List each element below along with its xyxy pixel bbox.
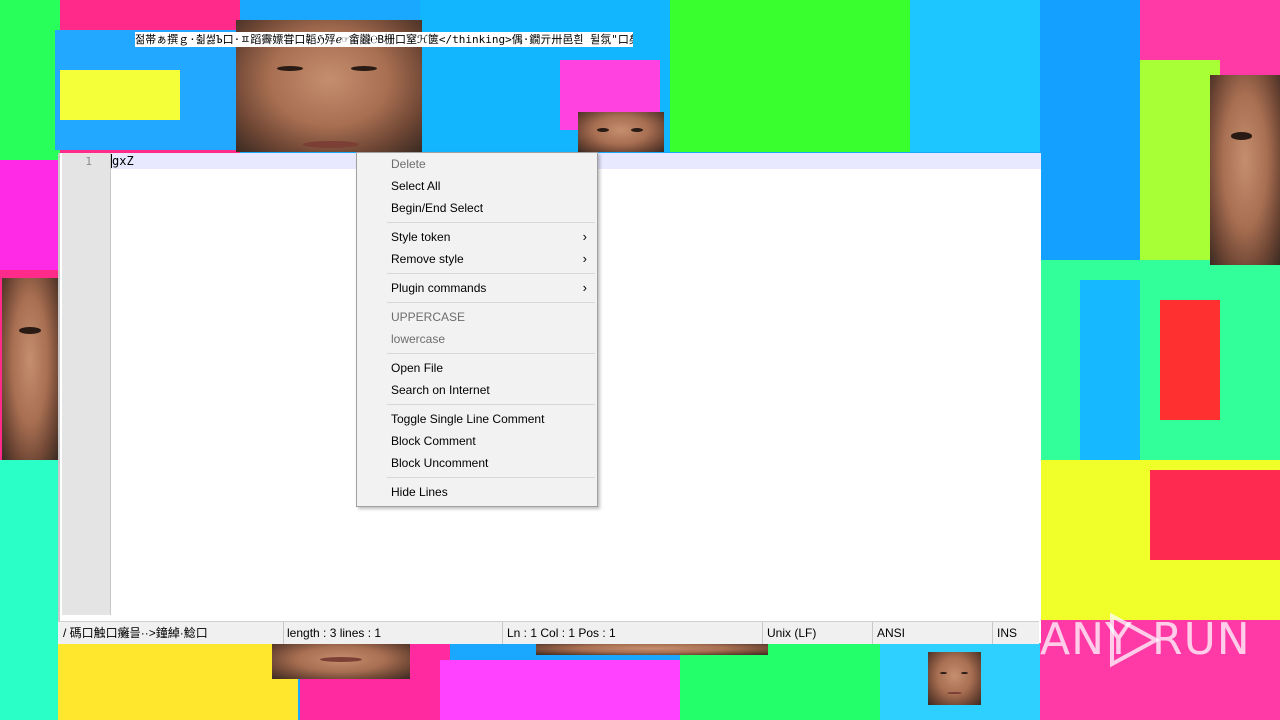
menu-item-style-token[interactable]: Style token › bbox=[359, 226, 595, 248]
background-block bbox=[1150, 470, 1280, 560]
menu-separator bbox=[387, 353, 595, 354]
line-number-gutter[interactable]: 1 bbox=[62, 153, 111, 615]
background-block bbox=[1040, 0, 1140, 260]
face-eye bbox=[631, 128, 644, 132]
face-eye bbox=[960, 672, 969, 675]
background-face-image bbox=[536, 643, 768, 655]
face-mouth bbox=[302, 141, 359, 149]
face-mouth bbox=[946, 691, 963, 695]
menu-item-select-all[interactable]: Select All bbox=[359, 175, 595, 197]
line-number: 1 bbox=[85, 155, 92, 168]
background-block bbox=[1140, 60, 1220, 260]
menu-item-lowercase: lowercase bbox=[391, 332, 446, 346]
menu-item-hide-lines[interactable]: Hide Lines bbox=[359, 481, 595, 503]
status-file-type: / 碼口触口癱믈··>鐘綽·鯰口 bbox=[58, 622, 284, 644]
chevron-right-icon: › bbox=[582, 229, 587, 244]
status-encoding[interactable]: ANSI bbox=[872, 622, 993, 644]
menu-separator bbox=[387, 273, 595, 274]
menu-separator bbox=[387, 477, 595, 478]
watermark-text-right: RUN bbox=[1152, 614, 1251, 665]
menu-item-search-internet[interactable]: Search on Internet bbox=[359, 379, 595, 401]
menu-item-plugin-commands[interactable]: Plugin commands › bbox=[359, 277, 595, 299]
background-face-image bbox=[272, 643, 410, 679]
menu-item-remove-style[interactable]: Remove style › bbox=[359, 248, 595, 270]
menu-item-uppercase: UPPERCASE bbox=[391, 310, 466, 324]
background-block bbox=[0, 460, 58, 720]
background-face-image bbox=[2, 278, 58, 460]
menu-item-toggle-comment[interactable]: Toggle Single Line Comment bbox=[359, 408, 595, 430]
face-eye bbox=[276, 66, 303, 72]
face-mouth bbox=[320, 657, 362, 663]
corrupted-title-text: 젊帯ぁ撰ｇ·췲썷Ъ口·ㅍ蹈霽嫖甞口韜ℌ殍ℯ☞畲龖℮B栅口窒ℋ篋</thinkin… bbox=[135, 32, 633, 47]
menu-separator bbox=[387, 222, 595, 223]
menu-item-delete: Delete bbox=[391, 157, 426, 171]
background-face-image bbox=[578, 112, 664, 152]
background-block bbox=[58, 643, 298, 720]
background-face-image bbox=[928, 652, 981, 705]
menu-separator bbox=[387, 302, 595, 303]
face-eye bbox=[351, 66, 378, 72]
face-eye bbox=[1231, 132, 1252, 140]
status-bar: / 碼口触口癱믈··>鐘綽·鯰口 length : 3 lines : 1 Ln… bbox=[58, 621, 1039, 644]
face-eye bbox=[939, 672, 948, 675]
face-eye bbox=[596, 128, 609, 132]
menu-item-block-comment[interactable]: Block Comment bbox=[359, 430, 595, 452]
background-block bbox=[0, 0, 60, 160]
menu-item-begin-end-select[interactable]: Begin/End Select bbox=[359, 197, 595, 219]
chevron-right-icon: › bbox=[582, 251, 587, 266]
background-block bbox=[670, 0, 910, 152]
background-block bbox=[440, 660, 680, 720]
background-block bbox=[60, 70, 180, 120]
background-block bbox=[910, 0, 1040, 152]
context-menu: Delete Select All Begin/End Select Style… bbox=[356, 152, 598, 507]
menu-item-block-uncomment[interactable]: Block Uncomment bbox=[359, 452, 595, 474]
menu-separator bbox=[387, 404, 595, 405]
status-eol-format[interactable]: Unix (LF) bbox=[762, 622, 873, 644]
background-block bbox=[0, 160, 58, 270]
menu-item-label: Plugin commands bbox=[391, 281, 487, 295]
anyrun-watermark: ANY RUN bbox=[1040, 610, 1250, 670]
status-insert-mode[interactable]: INS bbox=[992, 622, 1039, 644]
status-cursor-position: Ln : 1 Col : 1 Pos : 1 bbox=[502, 622, 763, 644]
editor-text-area[interactable]: gxZ bbox=[112, 154, 134, 168]
chevron-right-icon: › bbox=[582, 280, 587, 295]
status-length-lines: length : 3 lines : 1 bbox=[282, 622, 503, 644]
background-block bbox=[1160, 300, 1220, 420]
text-caret bbox=[111, 154, 112, 168]
background-face-image bbox=[1210, 75, 1280, 265]
face-eye bbox=[18, 327, 42, 335]
menu-item-open-file[interactable]: Open File bbox=[359, 357, 595, 379]
menu-item-label: Remove style bbox=[391, 252, 464, 266]
menu-item-label: Style token bbox=[391, 230, 451, 244]
